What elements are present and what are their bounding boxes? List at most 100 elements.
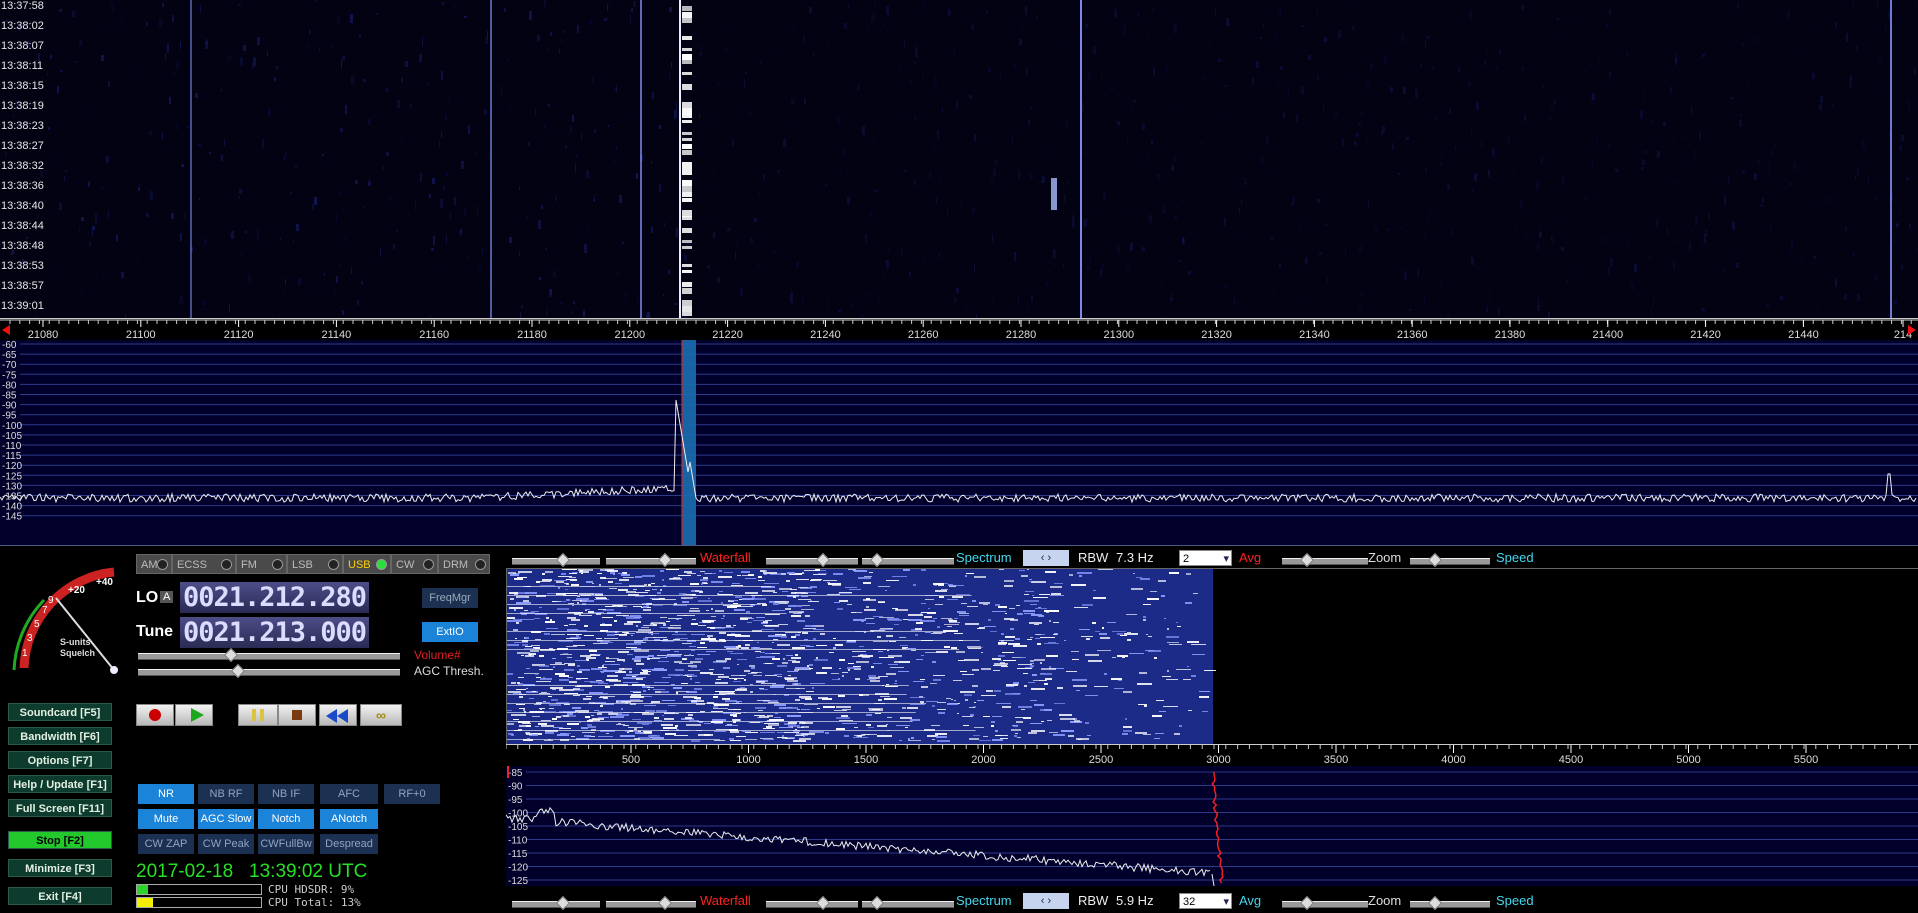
record-button[interactable] bbox=[136, 704, 174, 726]
control-slider-5[interactable] bbox=[1410, 895, 1490, 911]
waterfall-timestamp: 13:38:48 bbox=[1, 240, 44, 252]
control-slider-0[interactable] bbox=[512, 552, 600, 568]
tune-frequency-display[interactable]: 0021.213.000 bbox=[180, 617, 370, 648]
mode-label: AM bbox=[141, 559, 158, 571]
rewind-button[interactable] bbox=[319, 704, 357, 726]
dsp-agcslow[interactable]: AGC Slow bbox=[198, 809, 254, 829]
rf-frequency-scale[interactable]: 21080 21100 21120 21140 21160 21180 21200 21220… bbox=[0, 318, 1918, 341]
dsp-cwpeak[interactable]: CW Peak bbox=[198, 834, 254, 854]
side-button-full[interactable]: Full Screen [F11] bbox=[8, 799, 112, 817]
control-slider-1[interactable] bbox=[606, 895, 696, 911]
mode-led-icon bbox=[376, 559, 387, 570]
control-slider-2[interactable] bbox=[766, 552, 858, 568]
avg-label: Avg bbox=[1239, 550, 1262, 565]
rbw-value: 7.3 Hz bbox=[1116, 550, 1154, 565]
dsp-notch[interactable]: Notch bbox=[258, 809, 314, 829]
dsp-nbif[interactable]: NB IF bbox=[258, 784, 314, 804]
waterfall-timestamp: 13:38:02 bbox=[1, 20, 44, 32]
mode-button-cw[interactable]: CW bbox=[391, 554, 438, 574]
control-slider-2[interactable] bbox=[766, 895, 858, 911]
agc-threshold-slider[interactable] bbox=[138, 663, 400, 679]
mode-button-drm[interactable]: DRM bbox=[438, 554, 490, 574]
control-slider-4[interactable] bbox=[1282, 552, 1368, 568]
waterfall-timestamp: 13:39:01 bbox=[1, 300, 44, 312]
af-scale-label: 4500 bbox=[1559, 754, 1583, 766]
lo-lock-badge[interactable]: A bbox=[160, 591, 174, 603]
af-waterfall[interactable] bbox=[506, 568, 1918, 745]
mode-button-fm[interactable]: FM bbox=[236, 554, 287, 574]
mode-led-icon bbox=[423, 559, 434, 570]
dsp-anotch[interactable]: ANotch bbox=[320, 809, 378, 829]
control-slider-4[interactable] bbox=[1282, 895, 1368, 911]
mode-label: DRM bbox=[443, 559, 469, 571]
rf-waterfall[interactable]: 13:37:58 13:38:02 13:38:07 13:38:11 13:38:15… bbox=[0, 0, 1918, 318]
mode-button-usb[interactable]: USB bbox=[343, 554, 391, 574]
af-frequency-scale[interactable]: 500 1000 1500 2000 2500 3000 3500 4000 4500 5000 5… bbox=[506, 744, 1918, 768]
rbw-arrows[interactable]: ‹ › bbox=[1023, 893, 1069, 909]
avg-dropdown[interactable]: 2 ▾ bbox=[1179, 550, 1232, 566]
dsp-afc[interactable]: AFC bbox=[320, 784, 378, 804]
lo-frequency-display[interactable]: 0021.212.280 bbox=[180, 582, 370, 613]
smeter-1: 1 bbox=[22, 648, 28, 659]
rf-spectrum[interactable]: -60 -65 -70 -75 -80 -85 -90 -95 -100 -105 -110 -115… bbox=[0, 340, 1918, 545]
smeter-9: 9 bbox=[48, 595, 54, 606]
waterfall-timestamp: 13:38:53 bbox=[1, 260, 44, 272]
mode-button-am[interactable]: AM bbox=[136, 554, 172, 574]
dsp-despread[interactable]: Despread bbox=[320, 834, 378, 854]
af-scale-label: 500 bbox=[622, 754, 640, 766]
control-slider-5[interactable] bbox=[1410, 552, 1490, 568]
side-button-help[interactable]: Help / Update [F1] bbox=[8, 775, 112, 793]
mode-button-lsb[interactable]: LSB bbox=[287, 554, 343, 574]
side-button-soundcard[interactable]: Soundcard [F5] bbox=[8, 703, 112, 721]
side-button-exit[interactable]: Exit [F4] bbox=[8, 887, 112, 905]
mode-button-ecss[interactable]: ECSS bbox=[172, 554, 236, 574]
s-meter[interactable] bbox=[4, 560, 134, 680]
waterfall-timestamp: 13:38:19 bbox=[1, 100, 44, 112]
volume-slider[interactable] bbox=[138, 647, 400, 663]
af-spectrum[interactable]: -85 -90 -95 -100 -105 -110 -115 -120 -125 bbox=[506, 766, 1918, 886]
smeter-plus20: +20 bbox=[68, 585, 85, 596]
dsp-cwzap[interactable]: CW ZAP bbox=[138, 834, 194, 854]
dsp-nbrf[interactable]: NB RF bbox=[198, 784, 254, 804]
side-button-stop[interactable]: Stop [F2] bbox=[8, 831, 112, 849]
control-slider-0[interactable] bbox=[512, 895, 600, 911]
rf-waterfall-canvas[interactable] bbox=[0, 0, 1918, 318]
af-scale-label: 5000 bbox=[1676, 754, 1700, 766]
side-button-minimize[interactable]: Minimize [F3] bbox=[8, 859, 112, 877]
af-db-label: -95 bbox=[508, 795, 523, 806]
rbw-label: RBW bbox=[1078, 893, 1109, 908]
pause-button[interactable] bbox=[238, 704, 278, 726]
smeter-plus40: +40 bbox=[96, 577, 113, 588]
dsp-mute[interactable]: Mute bbox=[138, 809, 194, 829]
smeter-7: 7 bbox=[42, 605, 48, 616]
waterfall-timestamp: 13:38:44 bbox=[1, 220, 44, 232]
avg-label: Avg bbox=[1239, 893, 1262, 908]
play-button[interactable] bbox=[175, 704, 213, 726]
mode-label: FM bbox=[241, 559, 257, 571]
dsp-rf0[interactable]: RF+0 bbox=[384, 784, 440, 804]
volume-label: Volume# bbox=[414, 648, 461, 662]
af-scale-label: 4000 bbox=[1441, 754, 1465, 766]
af-scale-label: 5500 bbox=[1794, 754, 1818, 766]
tune-label: Tune bbox=[136, 623, 174, 640]
avg-dropdown[interactable]: 32 ▾ bbox=[1179, 893, 1232, 909]
rbw-arrows[interactable]: ‹ › bbox=[1023, 550, 1069, 566]
zoom-label: Zoom bbox=[1368, 550, 1402, 565]
rf-spectrum-canvas[interactable]: -60-65-70-75-80-85-90-95-100-105-110-115… bbox=[0, 340, 1918, 545]
control-slider-1[interactable] bbox=[606, 552, 696, 568]
stop-playback-button[interactable] bbox=[278, 704, 316, 726]
dsp-nr[interactable]: NR bbox=[138, 784, 194, 804]
control-slider-3[interactable] bbox=[862, 895, 954, 911]
mode-led-icon bbox=[157, 559, 168, 570]
cpu-hdsdr-bar bbox=[136, 884, 262, 895]
chevron-down-icon: ▾ bbox=[1223, 553, 1229, 565]
control-slider-3[interactable] bbox=[862, 552, 954, 568]
freqmgr-button[interactable]: FreqMgr bbox=[422, 588, 478, 608]
side-button-bandwidth[interactable]: Bandwidth [F6] bbox=[8, 727, 112, 745]
waterfall-timestamp: 13:38:15 bbox=[1, 80, 44, 92]
af-scale-label: 1500 bbox=[854, 754, 878, 766]
side-button-options[interactable]: Options [F7] bbox=[8, 751, 112, 769]
dsp-cwfullbw[interactable]: CWFullBw bbox=[258, 834, 314, 854]
extio-button[interactable]: ExtIO bbox=[422, 622, 478, 642]
loop-button[interactable]: ∞ bbox=[360, 704, 402, 726]
